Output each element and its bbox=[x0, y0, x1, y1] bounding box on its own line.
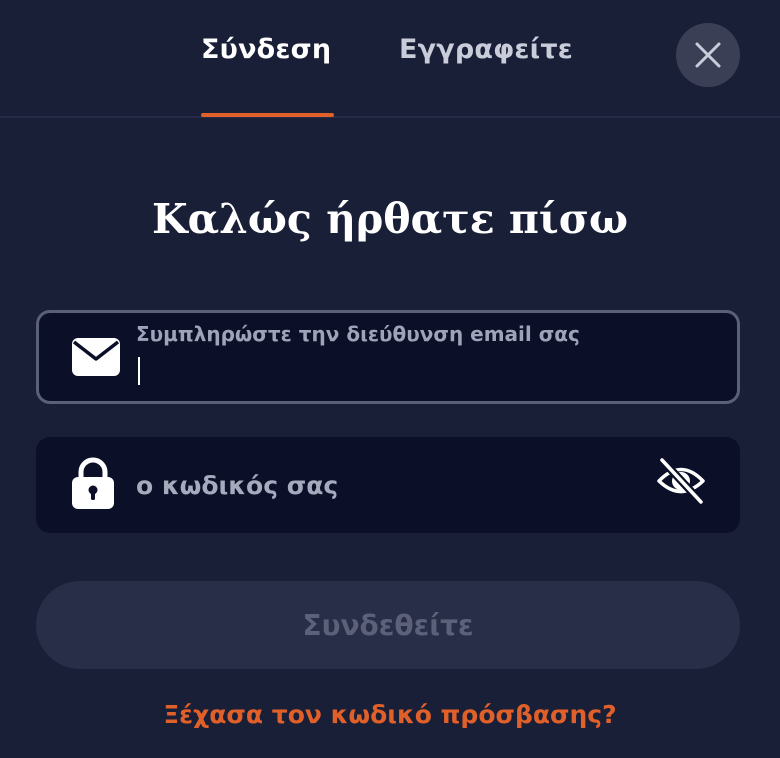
tab-register[interactable]: Εγγραφείτε bbox=[399, 34, 573, 65]
close-button[interactable] bbox=[676, 23, 740, 87]
page-title: Καλώς ήρθατε πίσω bbox=[151, 195, 629, 243]
login-modal: Σύνδεση Εγγραφείτε Καλώς ήρθατε πίσω Συμ… bbox=[0, 0, 780, 758]
password-field[interactable] bbox=[36, 437, 740, 533]
auth-tabs: Σύνδεση Εγγραφείτε bbox=[0, 0, 780, 118]
password-input[interactable] bbox=[136, 467, 636, 503]
forgot-password-link[interactable]: Ξέχασα τον κωδικό πρόσβασης? bbox=[0, 700, 780, 729]
active-tab-indicator bbox=[201, 113, 334, 117]
eye-off-icon[interactable] bbox=[656, 456, 706, 506]
envelope-icon bbox=[72, 338, 120, 376]
email-field[interactable]: Συμπληρώστε την διεύθυνση email σας bbox=[36, 310, 740, 404]
login-button[interactable]: Συνδεθείτε bbox=[36, 581, 740, 669]
text-caret bbox=[138, 357, 140, 385]
lock-icon bbox=[72, 457, 114, 509]
close-icon bbox=[695, 42, 721, 68]
email-label: Συμπληρώστε την διεύθυνση email σας bbox=[136, 322, 580, 346]
email-input[interactable] bbox=[136, 355, 696, 389]
tab-login[interactable]: Σύνδεση bbox=[201, 34, 331, 65]
